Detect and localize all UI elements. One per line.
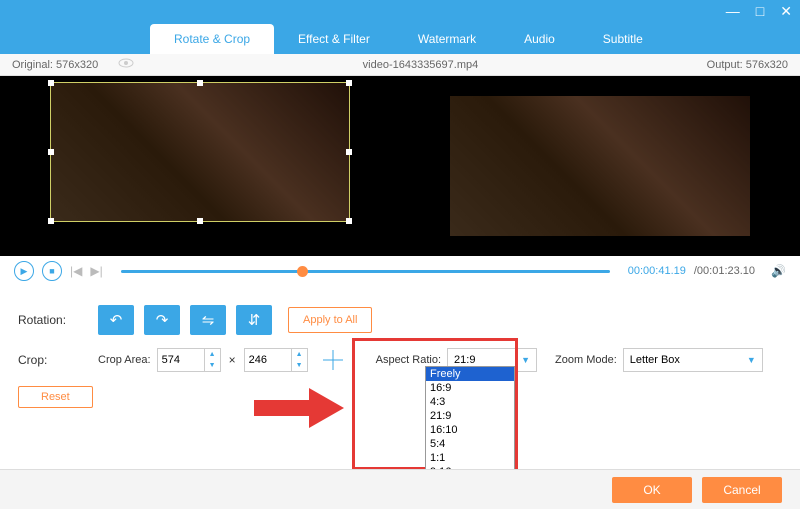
play-button[interactable]: ▶: [14, 261, 34, 281]
spinner-up-icon[interactable]: ▲: [292, 349, 307, 360]
chevron-down-icon: ▼: [521, 355, 530, 365]
close-button[interactable]: ✕: [780, 3, 792, 20]
crop-width-spinner[interactable]: ▲▼: [205, 348, 221, 372]
crop-height-input[interactable]: [244, 348, 292, 372]
tab-rotate-crop[interactable]: Rotate & Crop: [150, 24, 274, 54]
ok-button[interactable]: OK: [612, 477, 692, 503]
crop-label: Crop:: [18, 353, 98, 367]
multiply-icon: ×: [229, 353, 236, 367]
crop-width-input[interactable]: [157, 348, 205, 372]
footer: OK Cancel: [0, 469, 800, 509]
crop-handle-tl[interactable]: [48, 80, 54, 86]
crop-handle-tr[interactable]: [346, 80, 352, 86]
spinner-down-icon[interactable]: ▼: [205, 360, 220, 371]
tab-subtitle[interactable]: Subtitle: [579, 24, 667, 54]
tab-effect-filter[interactable]: Effect & Filter: [274, 24, 394, 54]
spinner-up-icon[interactable]: ▲: [205, 349, 220, 360]
prev-frame-button[interactable]: |◀: [70, 264, 82, 278]
tab-audio[interactable]: Audio: [500, 24, 579, 54]
zoom-mode-label: Zoom Mode:: [555, 354, 617, 366]
aspect-option[interactable]: 4:3: [426, 395, 514, 409]
output-label: Output:: [707, 59, 743, 71]
edit-panel: Rotation: ↶ ↷ ⇋ ⇵ Apply to All Crop: Cro…: [0, 286, 800, 422]
timeline-slider[interactable]: [121, 270, 610, 273]
info-bar: Original: 576x320 video-1643335697.mp4 O…: [0, 54, 800, 76]
next-frame-button[interactable]: ▶|: [90, 264, 102, 278]
center-crop-button[interactable]: [320, 347, 346, 373]
crop-height-spinner[interactable]: ▲▼: [292, 348, 308, 372]
rotation-label: Rotation:: [18, 313, 98, 327]
original-value: 576x320: [56, 59, 98, 71]
crop-frame[interactable]: [50, 82, 350, 222]
rotate-left-button[interactable]: ↶: [98, 305, 134, 335]
cancel-button[interactable]: Cancel: [702, 477, 782, 503]
stop-button[interactable]: ■: [42, 261, 62, 281]
zoom-mode-value: Letter Box: [630, 354, 680, 366]
output-value: 576x320: [746, 59, 788, 71]
minimize-button[interactable]: —: [726, 3, 740, 19]
eye-icon[interactable]: [118, 58, 134, 71]
tab-watermark[interactable]: Watermark: [394, 24, 500, 54]
original-label: Original:: [12, 59, 53, 71]
maximize-button[interactable]: □: [756, 3, 764, 19]
zoom-mode-select[interactable]: Letter Box ▼: [623, 348, 763, 372]
aspect-option[interactable]: 16:10: [426, 423, 514, 437]
playback-controls: ▶ ■ |◀ ▶| 00:00:41.19/00:01:23.10 🔊: [0, 256, 800, 286]
flip-vertical-button[interactable]: ⇵: [236, 305, 272, 335]
timeline-knob[interactable]: [297, 266, 308, 277]
spinner-down-icon[interactable]: ▼: [292, 360, 307, 371]
aspect-option[interactable]: 21:9: [426, 409, 514, 423]
preview-area: [0, 76, 800, 256]
rotate-right-button[interactable]: ↷: [144, 305, 180, 335]
crop-handle-ml[interactable]: [48, 149, 54, 155]
apply-to-all-button[interactable]: Apply to All: [288, 307, 372, 333]
filename: video-1643335697.mp4: [134, 59, 706, 71]
preview-original: [0, 76, 400, 256]
output-video: [450, 96, 750, 236]
chevron-down-icon: ▼: [747, 355, 756, 365]
crop-handle-bm[interactable]: [197, 218, 203, 224]
time-total: /00:01:23.10: [694, 265, 755, 277]
flip-horizontal-button[interactable]: ⇋: [190, 305, 226, 335]
aspect-option[interactable]: 5:4: [426, 437, 514, 451]
tab-bar: Rotate & Crop Effect & Filter Watermark …: [0, 22, 800, 54]
aspect-option[interactable]: 1:1: [426, 451, 514, 465]
aspect-ratio-dropdown: Freely 16:9 4:3 21:9 16:10 5:4 1:1 9:16: [425, 366, 515, 480]
volume-icon[interactable]: 🔊: [771, 264, 786, 278]
crop-handle-bl[interactable]: [48, 218, 54, 224]
title-bar: — □ ✕: [0, 0, 800, 22]
time-current: 00:00:41.19: [628, 265, 686, 277]
aspect-ratio-value: 21:9: [454, 354, 475, 366]
aspect-option[interactable]: 16:9: [426, 381, 514, 395]
preview-output: [400, 76, 800, 256]
crop-handle-tm[interactable]: [197, 80, 203, 86]
aspect-ratio-label: Aspect Ratio:: [376, 354, 441, 366]
crop-handle-mr[interactable]: [346, 149, 352, 155]
crop-area-label: Crop Area:: [98, 354, 151, 366]
crop-handle-br[interactable]: [346, 218, 352, 224]
aspect-option[interactable]: Freely: [426, 367, 514, 381]
annotation-arrow-icon: [254, 388, 344, 431]
reset-button[interactable]: Reset: [18, 386, 93, 408]
